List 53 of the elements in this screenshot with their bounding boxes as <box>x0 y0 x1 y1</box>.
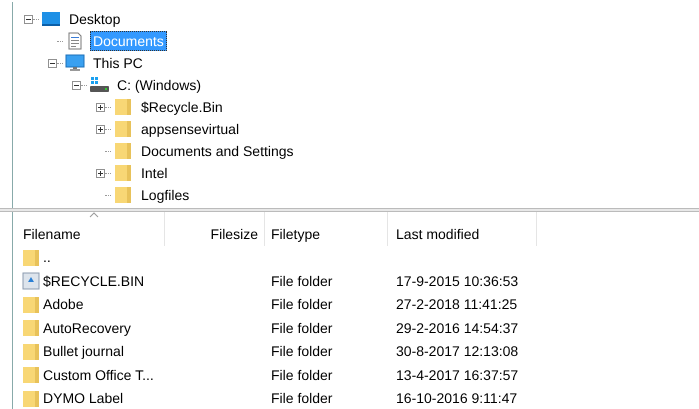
column-header[interactable]: Filesize <box>165 212 265 246</box>
column-header[interactable]: Last modified <box>388 212 537 246</box>
tree-item[interactable]: Intel <box>138 163 170 183</box>
file-name[interactable]: AutoRecovery <box>43 318 131 339</box>
file-name[interactable]: .. <box>43 247 51 268</box>
folder-icon <box>22 342 40 361</box>
folder-icon <box>22 366 40 384</box>
folder-icon <box>114 164 132 182</box>
folder-icon <box>22 319 40 338</box>
file-name[interactable]: Adobe <box>43 294 84 316</box>
drive-icon <box>88 76 110 94</box>
collapse-toggle[interactable] <box>48 58 57 68</box>
monitor-icon <box>65 54 85 72</box>
column-header[interactable]: Filetype <box>265 212 388 246</box>
tree-item[interactable]: appsensevirtual <box>138 119 242 139</box>
file-name[interactable]: $RECYCLE.BIN <box>43 270 144 292</box>
tree-item[interactable]: Logfiles <box>138 185 192 205</box>
file-type: File folder <box>271 320 332 336</box>
document-icon <box>68 32 82 50</box>
file-type: File folder <box>271 296 332 312</box>
expand-toggle[interactable] <box>96 124 105 134</box>
tree-item[interactable]: This PC <box>90 53 146 73</box>
folder-icon <box>22 296 40 314</box>
file-type: File folder <box>271 390 332 406</box>
expand-toggle[interactable] <box>96 168 105 178</box>
file-type: File folder <box>271 366 332 383</box>
desktop-icon <box>41 11 61 27</box>
modified-date: 29-2-2016 14:54:37 <box>396 320 518 336</box>
tree-item[interactable]: Desktop <box>66 9 124 29</box>
folder-icon <box>114 98 132 116</box>
modified-date: 13-4-2017 16:37:57 <box>396 366 518 383</box>
tree-item[interactable]: $Recycle.Bin <box>138 97 226 117</box>
recycle-bin-icon <box>22 272 40 290</box>
tree-item[interactable]: Documents and Settings <box>138 141 297 161</box>
folder-icon <box>114 120 132 138</box>
file-name[interactable]: Bullet journal <box>43 341 124 362</box>
tree-item[interactable]: C: (Windows) <box>114 75 204 95</box>
expand-toggle[interactable] <box>96 102 105 112</box>
collapse-toggle[interactable] <box>24 14 33 24</box>
file-name[interactable]: Custom Office T... <box>43 364 154 386</box>
file-name[interactable]: DYMO Label <box>43 388 124 409</box>
modified-date: 16-10-2016 9:11:47 <box>396 390 518 406</box>
folder-icon <box>22 390 40 408</box>
modified-date: 30-8-2017 12:13:08 <box>396 343 518 360</box>
folder-icon <box>114 142 132 160</box>
collapse-toggle[interactable] <box>72 80 81 90</box>
modified-date: 27-2-2018 11:41:25 <box>396 296 518 312</box>
column-header[interactable]: Filename <box>13 212 165 246</box>
modified-date: 17-9-2015 10:36:53 <box>396 272 518 289</box>
folder-icon <box>114 186 132 204</box>
folder-icon <box>22 248 40 267</box>
file-type: File folder <box>271 272 332 289</box>
file-type: File folder <box>271 343 332 360</box>
